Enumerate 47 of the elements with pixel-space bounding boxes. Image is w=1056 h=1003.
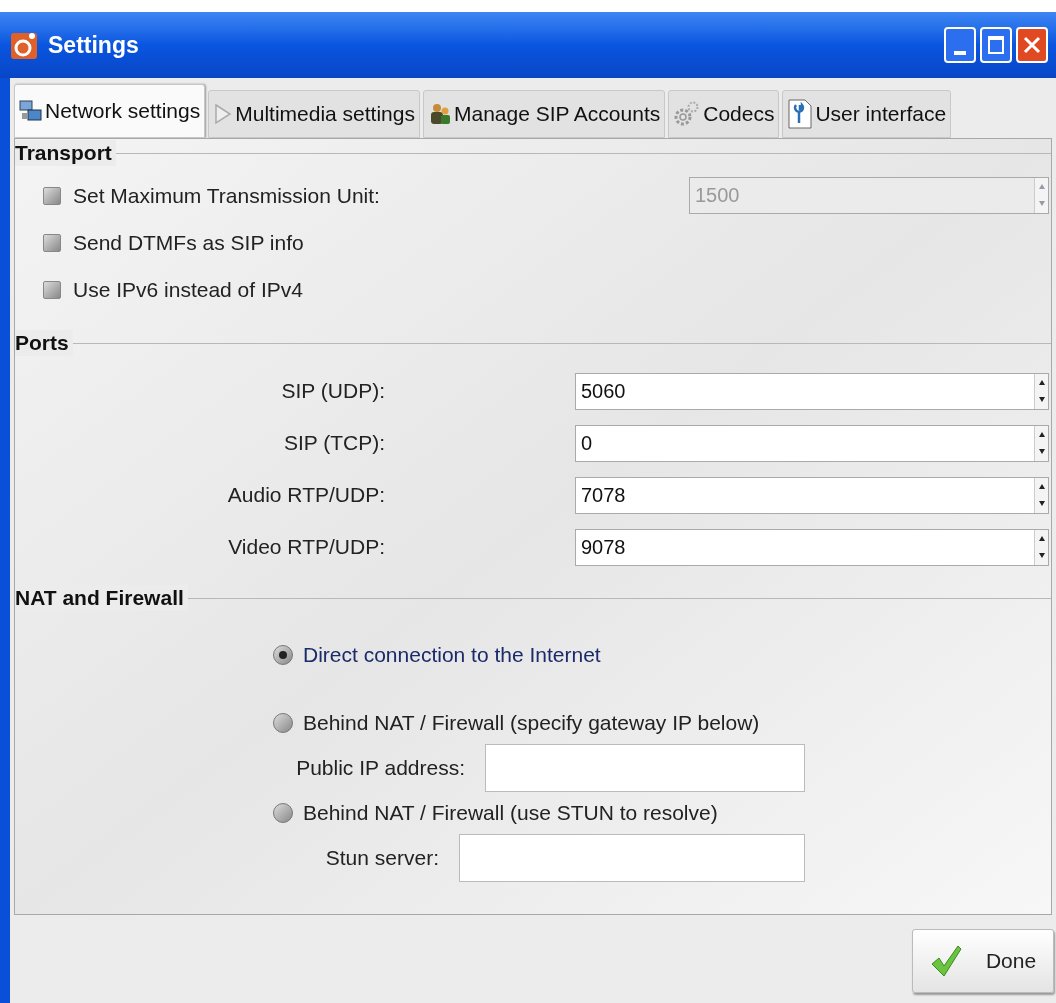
radio-button[interactable] <box>273 803 293 823</box>
spin-arrows-icon[interactable] <box>1034 373 1048 409</box>
checkmark-icon <box>929 944 962 978</box>
wrench-document-icon <box>787 99 814 129</box>
tab[interactable]: User interface <box>782 90 952 138</box>
close-button[interactable] <box>1016 27 1048 63</box>
close-icon <box>1023 36 1041 54</box>
input-field[interactable] <box>459 834 805 882</box>
checkbox[interactable] <box>43 233 61 252</box>
minimize-button[interactable] <box>944 27 976 63</box>
window-title: Settings <box>48 30 139 60</box>
app-icon <box>10 30 40 60</box>
checkbox[interactable] <box>43 186 61 205</box>
port-label: Video RTP/UDP: <box>227 534 386 561</box>
checkbox[interactable] <box>43 280 61 299</box>
number-spinbox[interactable]: 5060 <box>575 372 1049 410</box>
number-spinbox[interactable]: 9078 <box>575 528 1049 566</box>
port-label: Audio RTP/UDP: <box>226 482 386 509</box>
checkbox-label: Use IPv6 instead of IPv4 <box>73 276 303 303</box>
people-icon <box>428 102 452 126</box>
input-field[interactable] <box>485 744 805 792</box>
radio-button[interactable] <box>273 713 293 733</box>
radio-label: Behind NAT / Firewall (use STUN to resolve) <box>303 800 718 827</box>
spin-arrows-icon[interactable] <box>1034 477 1048 513</box>
field-label: Public IP address: <box>296 755 465 782</box>
radio-label: Direct connection to the Internet <box>303 642 601 669</box>
port-label: SIP (TCP): <box>282 430 386 457</box>
tab[interactable]: Codecs <box>668 90 780 138</box>
group-title: Transport <box>15 140 116 166</box>
radio-label: Behind NAT / Firewall (specify gateway IP below) <box>303 710 760 737</box>
checkbox-label: Set Maximum Transmission Unit: <box>73 182 380 209</box>
tab[interactable]: Manage SIP Accounts <box>423 90 666 138</box>
maximize-button[interactable] <box>980 27 1012 63</box>
spin-arrows-icon[interactable] <box>1034 425 1048 461</box>
play-icon <box>213 102 234 126</box>
number-spinbox[interactable]: 7078 <box>575 476 1049 514</box>
radio-button[interactable] <box>273 645 293 665</box>
computers-icon <box>19 99 43 123</box>
group-title: Ports <box>15 330 73 356</box>
tab[interactable]: Network settings <box>14 84 206 138</box>
done-button[interactable]: Done <box>912 929 1054 993</box>
port-label: SIP (UDP): <box>280 378 386 405</box>
field-label: Stun server: <box>325 845 439 872</box>
tab[interactable]: Multimedia settings <box>208 90 420 138</box>
spin-arrows-icon[interactable] <box>1034 529 1048 565</box>
checkbox-label: Send DTMFs as SIP info <box>73 229 304 256</box>
number-spinbox[interactable]: 0 <box>575 424 1049 462</box>
